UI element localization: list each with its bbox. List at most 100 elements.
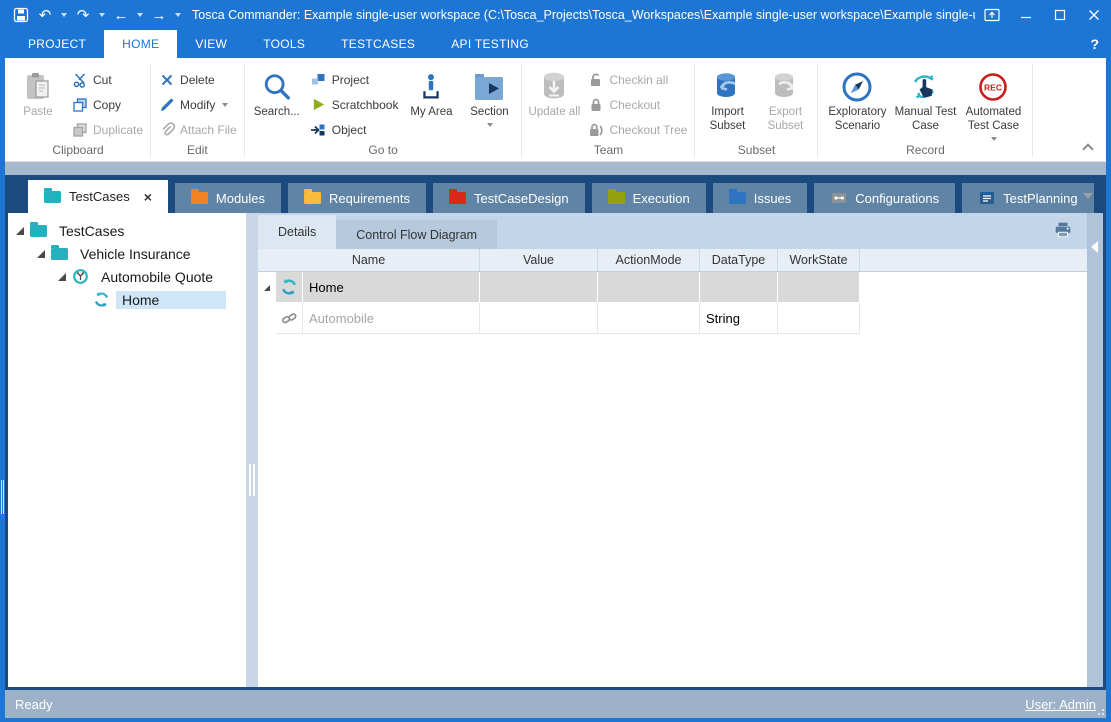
attach-file-button: Attach File [154, 120, 241, 139]
section-dropdown-icon[interactable] [487, 123, 493, 127]
splitter-grip [253, 464, 255, 496]
expander-icon[interactable] [58, 273, 66, 281]
redo-icon: ↷ [77, 6, 90, 24]
update-all-icon [540, 68, 568, 106]
workspace-tab-testplanning[interactable]: TestPlanning [962, 183, 1093, 213]
row-expander-icon[interactable] [264, 285, 270, 291]
forward-dropdown-icon[interactable] [175, 13, 181, 17]
ribbon-display-options-button[interactable] [975, 0, 1009, 30]
automated-test-case-button[interactable]: REC Automated Test Case [957, 62, 1029, 141]
forward-button[interactable]: → [148, 3, 170, 27]
collapse-panel-icon[interactable] [1091, 241, 1098, 253]
minimize-icon [1020, 9, 1032, 21]
workspace-tab-modules[interactable]: Modules [175, 183, 281, 213]
workspace-tab-testcasedesign[interactable]: TestCaseDesign [433, 183, 585, 213]
close-tab-icon[interactable]: × [144, 189, 152, 205]
workspace-tab-execution[interactable]: Execution [592, 183, 706, 213]
goto-object-button[interactable]: Object [306, 120, 403, 139]
resize-grip[interactable] [1094, 705, 1104, 715]
close-icon [1088, 9, 1100, 21]
table-row-automobile[interactable]: Automobile String [258, 303, 1087, 334]
cell-workstate [778, 272, 860, 303]
project-icon [310, 71, 327, 88]
tab-project[interactable]: PROJECT [10, 30, 104, 58]
panel-splitter[interactable] [246, 213, 258, 687]
tab-tools[interactable]: TOOLS [245, 30, 323, 58]
import-subset-icon [711, 68, 743, 106]
redo-button[interactable]: ↷ [72, 3, 94, 27]
tree-item-vehicle-insurance[interactable]: Vehicle Insurance [8, 242, 246, 265]
tree-item-automobile-quote[interactable]: Automobile Quote [8, 265, 246, 288]
maximize-button[interactable] [1043, 0, 1077, 30]
duplicate-icon [71, 121, 88, 138]
section-icon [473, 68, 505, 106]
tab-strip-dropdown-icon[interactable] [1083, 193, 1093, 199]
workspace-tab-configurations[interactable]: Configurations [814, 183, 955, 213]
column-header-name[interactable]: Name [258, 249, 480, 271]
back-dropdown-icon[interactable] [137, 13, 143, 17]
undo-dropdown-icon[interactable] [61, 13, 67, 17]
title-bar: ↶ ↷ ← → Tosca Commander: Example single-… [0, 0, 1111, 30]
column-header-actionmode[interactable]: ActionMode [598, 249, 700, 271]
exploratory-scenario-button[interactable]: Exploratory Scenario [821, 62, 893, 141]
tree-item-home[interactable]: Home [8, 288, 246, 311]
ribbon-separator [150, 64, 151, 157]
help-button[interactable]: ? [1090, 30, 1099, 58]
delete-icon [158, 71, 175, 88]
scratchbook-play-icon [310, 96, 327, 113]
undo-button[interactable]: ↶ [34, 3, 56, 27]
tab-details[interactable]: Details [258, 215, 336, 249]
import-subset-button[interactable]: Import Subset [698, 62, 756, 141]
save-icon [13, 7, 29, 23]
right-collapse-strip[interactable] [1087, 213, 1103, 687]
goto-project-button[interactable]: Project [306, 70, 403, 89]
ribbon-separator [694, 64, 695, 157]
row-expander-cell[interactable] [258, 272, 276, 303]
expander-icon[interactable] [16, 227, 24, 235]
export-subset-icon [769, 68, 801, 106]
refresh-icon [93, 292, 110, 307]
modify-dropdown-icon[interactable] [222, 103, 228, 107]
folder-icon [191, 192, 208, 204]
copy-button[interactable]: Copy [67, 95, 147, 114]
column-header-value[interactable]: Value [480, 249, 598, 271]
search-button[interactable]: Search... [248, 62, 306, 141]
automated-dropdown-icon[interactable] [991, 137, 997, 141]
tab-testcases[interactable]: TESTCASES [323, 30, 433, 58]
my-area-button[interactable]: My Area [402, 62, 460, 141]
workspace-tab-issues[interactable]: Issues [713, 183, 808, 213]
tree-item-testcases[interactable]: TestCases [8, 219, 246, 242]
tab-home[interactable]: HOME [104, 30, 177, 58]
tab-view[interactable]: VIEW [177, 30, 245, 58]
ribbon-group-edit: Delete Modify Attach File [152, 60, 243, 161]
save-button[interactable] [10, 3, 32, 27]
delete-button[interactable]: Delete [154, 70, 241, 89]
tab-control-flow-diagram[interactable]: Control Flow Diagram [336, 220, 497, 249]
minimize-button[interactable] [1009, 0, 1043, 30]
selected-tree-label: Home [116, 291, 226, 309]
manual-test-case-button[interactable]: Manual Test Case [893, 62, 957, 141]
section-button[interactable]: Section [460, 62, 518, 141]
modify-button[interactable]: Modify [154, 95, 241, 114]
redo-dropdown-icon[interactable] [99, 13, 105, 17]
close-button[interactable] [1077, 0, 1111, 30]
workspace-tab-requirements[interactable]: Requirements [288, 183, 426, 213]
table-row-home[interactable]: Home [258, 272, 1087, 303]
tab-api-testing[interactable]: API TESTING [433, 30, 547, 58]
expander-icon[interactable] [37, 250, 45, 258]
folder-icon [304, 192, 321, 204]
window-bottom-border [0, 718, 1111, 722]
column-header-workstate[interactable]: WorkState [778, 249, 860, 271]
cut-button[interactable]: Cut [67, 70, 147, 89]
collapse-ribbon-icon[interactable] [1082, 143, 1093, 154]
printer-icon [1053, 221, 1073, 239]
left-edge-grip[interactable] [1, 480, 4, 514]
print-button[interactable] [1053, 221, 1073, 239]
group-label-subset: Subset [698, 141, 814, 161]
back-button[interactable]: ← [110, 3, 132, 27]
user-admin-link[interactable]: User: Admin [1025, 697, 1096, 712]
ribbon-separator [521, 64, 522, 157]
column-header-datatype[interactable]: DataType [700, 249, 778, 271]
workspace-tab-testcases[interactable]: TestCases × [28, 180, 168, 213]
goto-scratchbook-button[interactable]: Scratchbook [306, 95, 403, 114]
